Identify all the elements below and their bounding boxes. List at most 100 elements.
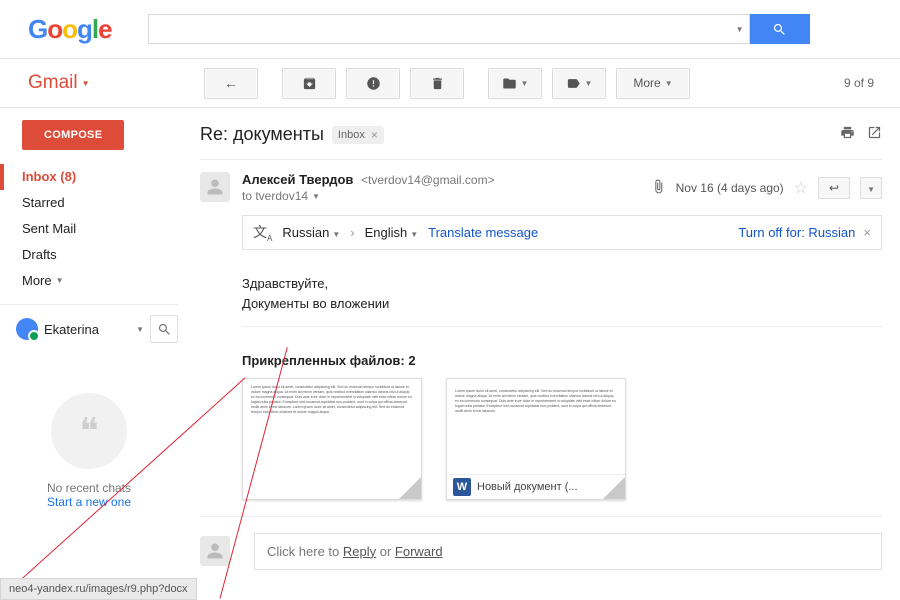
hangouts-empty-text: No recent chats (0, 481, 178, 495)
self-avatar (200, 536, 230, 566)
sender-name: Алексей Твердов (242, 172, 353, 187)
nav-sent[interactable]: Sent Mail (0, 216, 178, 242)
message-date: Nov 16 (4 days ago) (676, 181, 784, 195)
chevron-down-icon: ▼ (585, 79, 593, 88)
new-window-button[interactable] (867, 125, 882, 144)
top-bar: G o o g l e ▼ (0, 0, 900, 59)
doc-preview: Lorem ipsum dolor sit amet, consectetur … (447, 379, 625, 420)
label-chip-text: Inbox (338, 129, 365, 141)
star-button[interactable]: ☆ (794, 178, 808, 198)
search-input[interactable] (148, 14, 731, 44)
chevron-down-icon: ▼ (82, 79, 90, 88)
body-line: Документы во вложении (242, 294, 882, 314)
trash-icon (430, 76, 445, 91)
close-icon[interactable]: × (863, 225, 871, 240)
attachment-name-bar: W Новый документ (... (447, 474, 625, 499)
translate-bar: 文A Russian▼ › English▼ Translate message… (242, 215, 882, 250)
account-switcher[interactable]: Ekaterina ▼ (0, 304, 178, 343)
more-label: More (633, 76, 660, 90)
attachment-filename: Новый документ (... (477, 481, 578, 493)
dogear-icon (399, 477, 421, 499)
sidebar: COMPOSE Inbox (8) Starred Sent Mail Draf… (0, 108, 178, 600)
chevron-down-icon: ▼ (665, 79, 673, 88)
sender-address: <tverdov14@gmail.com> (361, 173, 495, 187)
chevron-down-icon: ▼ (521, 79, 529, 88)
reply-forward-box[interactable]: Click here to Reply or Forward (254, 533, 882, 570)
reply-button[interactable]: ↩ (818, 177, 850, 199)
sender-avatar (200, 172, 230, 202)
labels-button[interactable]: ▼ (552, 68, 606, 99)
reply-arrow-icon: ↩ (829, 181, 839, 195)
logo-letter: o (47, 14, 62, 45)
doc-preview: Lorem ipsum dolor sit amet, consectetur … (243, 379, 421, 421)
nav-inbox[interactable]: Inbox (8) (0, 164, 178, 190)
chevron-down-icon: ▼ (136, 325, 144, 334)
target-language[interactable]: English▼ (365, 225, 419, 240)
search-options-dropdown[interactable]: ▼ (731, 14, 750, 44)
replybox-text: Click here to (267, 544, 343, 559)
reply-link[interactable]: Reply (343, 544, 376, 559)
back-button[interactable]: ← (204, 68, 258, 99)
search-button[interactable] (750, 14, 810, 44)
dogear-icon (603, 477, 625, 499)
compose-button[interactable]: COMPOSE (22, 120, 124, 150)
attachments-header: Прикрепленных файлов: 2 (242, 341, 882, 378)
spam-button[interactable] (346, 68, 400, 99)
paperclip-icon (651, 179, 666, 194)
message-counter: 9 of 9 (834, 76, 884, 90)
translate-turnoff-link[interactable]: Turn off for: Russian (738, 225, 855, 240)
account-name: Ekaterina (44, 322, 130, 337)
content-area: COMPOSE Inbox (8) Starred Sent Mail Draf… (0, 108, 900, 600)
source-language[interactable]: Russian▼ (282, 225, 340, 240)
label-icon (566, 76, 581, 91)
recipient-line[interactable]: to tverdov14▼ (242, 189, 495, 203)
message-header: Алексей Твердов <tverdov14@gmail.com> to… (200, 160, 882, 517)
reply-menu-button[interactable]: ▼ (860, 177, 882, 199)
gmail-brand[interactable]: Gmail ▼ (28, 72, 188, 94)
browser-status-bar: neo4-yandex.ru/images/r9.php?docx (0, 578, 197, 600)
attachment-thumb-1[interactable]: Lorem ipsum dolor sit amet, consectetur … (242, 378, 422, 500)
chevron-down-icon: ▼ (410, 230, 418, 239)
body-line: Здравствуйте, (242, 274, 882, 294)
logo-letter: g (77, 14, 92, 45)
chevron-down-icon: ▼ (312, 192, 320, 201)
search-box: ▼ (148, 14, 810, 44)
hangouts-icon: ❝ (51, 393, 127, 469)
message-subject: Re: документы (200, 124, 324, 145)
translate-link[interactable]: Translate message (428, 225, 538, 240)
delete-button[interactable] (410, 68, 464, 99)
search-icon (772, 22, 787, 37)
hangouts-start-link[interactable]: Start a new one (0, 495, 178, 509)
archive-button[interactable] (282, 68, 336, 99)
nav-more-label: More (22, 272, 52, 290)
google-logo[interactable]: G o o g l e (28, 14, 112, 45)
more-actions-button[interactable]: More ▼ (616, 68, 690, 99)
remove-label-icon[interactable]: × (371, 128, 378, 142)
translate-icon: 文A (253, 222, 272, 243)
nav-drafts[interactable]: Drafts (0, 242, 178, 268)
forward-link[interactable]: Forward (395, 544, 443, 559)
brand-label: Gmail (28, 72, 78, 94)
chevron-down-icon: ▼ (867, 185, 875, 194)
print-icon (840, 125, 855, 140)
move-to-button[interactable]: ▼ (488, 68, 542, 99)
chevron-down-icon: ▼ (56, 272, 64, 290)
label-chip[interactable]: Inbox × (332, 126, 384, 144)
print-button[interactable] (840, 125, 855, 144)
message-body: Здравствуйте, Документы во вложении (242, 250, 882, 326)
nav-starred[interactable]: Starred (0, 190, 178, 216)
logo-letter: e (98, 14, 111, 45)
search-icon (157, 322, 172, 337)
back-arrow-icon: ← (224, 75, 238, 91)
nav-more[interactable]: More▼ (0, 268, 178, 294)
people-search-button[interactable] (150, 315, 178, 343)
person-icon (206, 542, 224, 560)
logo-letter: G (28, 14, 47, 45)
hangouts-panel: ❝ No recent chats Start a new one (0, 393, 178, 509)
chevron-down-icon: ▼ (736, 25, 744, 34)
replybox-text: or (376, 544, 395, 559)
word-icon: W (453, 478, 471, 496)
message-pane: Re: документы Inbox × Алексей Твердов <tv… (178, 108, 900, 600)
chevron-down-icon: ▼ (332, 230, 340, 239)
attachment-thumb-2[interactable]: Lorem ipsum dolor sit amet, consectetur … (446, 378, 626, 500)
